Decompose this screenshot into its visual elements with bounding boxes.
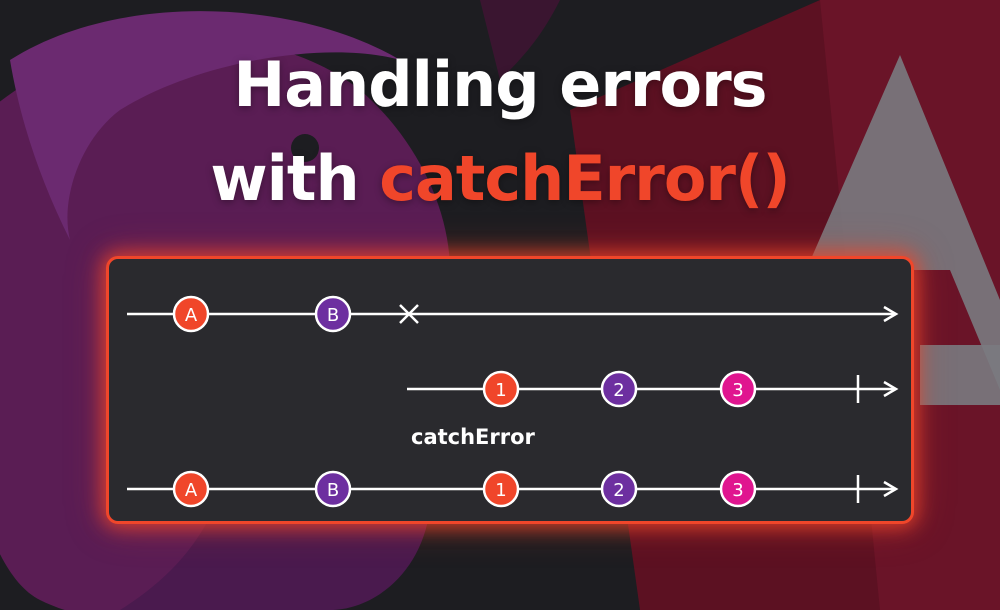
title-accent: catchError() bbox=[379, 142, 790, 215]
page-title-line2: with catchError() bbox=[0, 142, 1000, 215]
output-marble-1-label: 1 bbox=[495, 480, 506, 501]
page-title-line1: Handling errors bbox=[233, 48, 767, 121]
output-marble-2-label: 2 bbox=[613, 480, 624, 501]
source-marble-A-label: A bbox=[185, 305, 198, 326]
output-marble-A-label: A bbox=[185, 480, 198, 501]
operator-label: catchError bbox=[411, 425, 535, 449]
output-marble-B-label: B bbox=[327, 480, 339, 501]
source-marble-B-label: B bbox=[327, 305, 339, 326]
marble-diagram-panel: A B 1 2 3 A B 1 2 3 catchError bbox=[106, 256, 914, 524]
output-marble-3-label: 3 bbox=[732, 480, 743, 501]
fallback-marble-2-label: 2 bbox=[613, 380, 624, 401]
fallback-marble-1-label: 1 bbox=[495, 380, 506, 401]
angular-logo-shape bbox=[920, 345, 1000, 405]
marble-diagram: A B 1 2 3 A B 1 2 3 bbox=[127, 295, 899, 508]
fallback-marble-3-label: 3 bbox=[732, 380, 743, 401]
title-prefix: with bbox=[210, 142, 380, 215]
